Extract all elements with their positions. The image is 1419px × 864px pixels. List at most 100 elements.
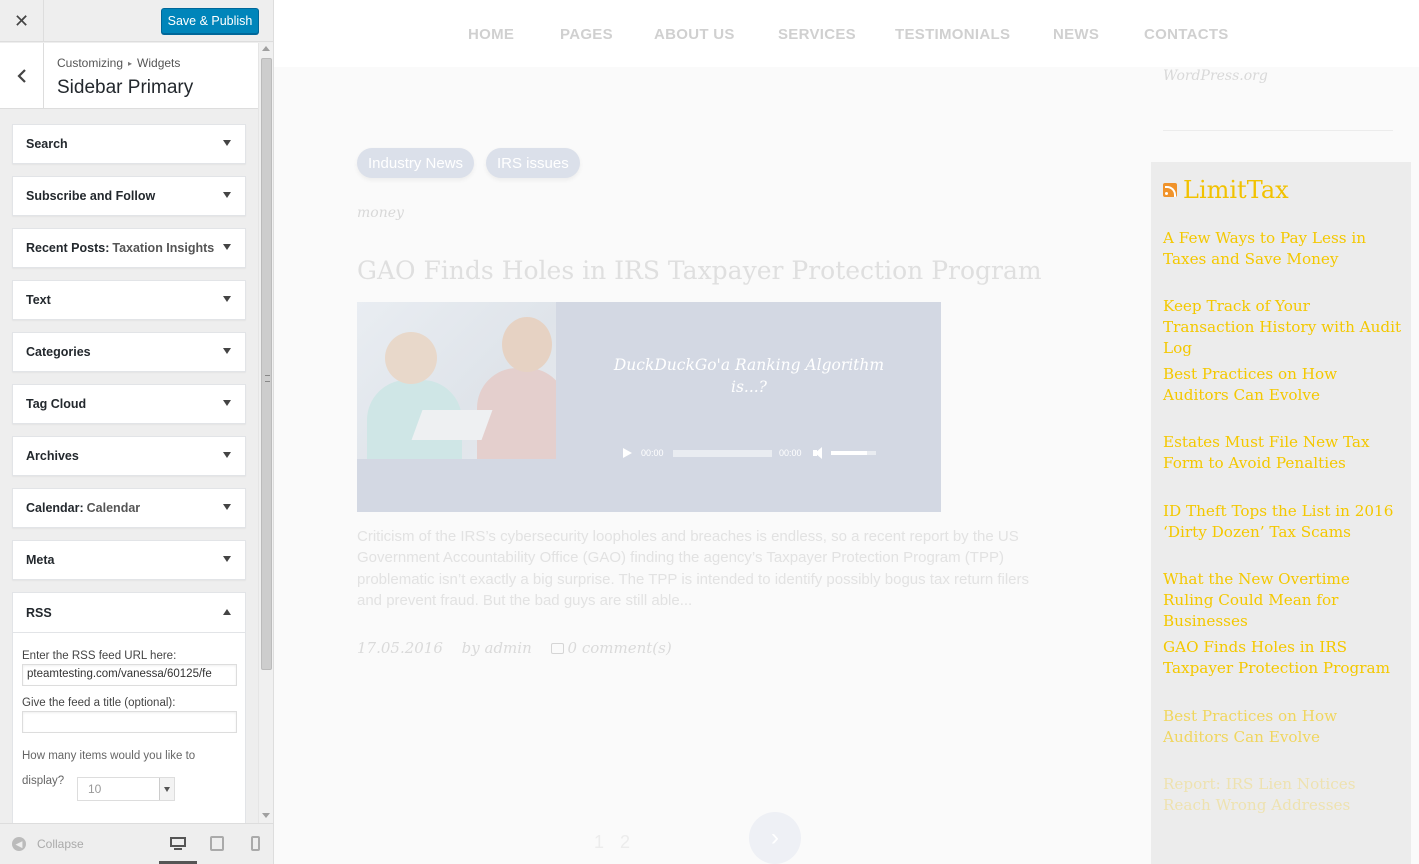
post-meta: 17.05.2016 by admin 0 comment(s) — [357, 639, 686, 657]
save-publish-button[interactable]: Save & Publish — [161, 8, 259, 34]
customizer-footer: ◀ Collapse — [0, 823, 273, 864]
expand-arrow-icon[interactable] — [223, 244, 231, 250]
expand-arrow-icon[interactable] — [223, 400, 231, 406]
widget-title: Recent Posts: — [26, 241, 110, 255]
widget-text[interactable]: Text — [12, 280, 246, 320]
widget-title: RSS — [26, 605, 52, 620]
widget-title: Calendar: — [26, 501, 84, 515]
breadcrumb-root: Customizing — [57, 56, 124, 70]
expand-arrow-icon[interactable] — [223, 192, 231, 198]
close-customizer-button[interactable]: ✕ — [0, 0, 44, 42]
rss-item[interactable]: Estates Must File New Tax Form to Avoid … — [1163, 432, 1403, 474]
play-icon[interactable] — [623, 448, 632, 458]
nav-about-us[interactable]: ABOUT US — [654, 26, 735, 43]
rss-count-select[interactable]: 10 — [77, 777, 175, 801]
breadcrumb: Customizing ▸ Widgets — [57, 56, 180, 70]
collapse-label: Collapse — [37, 837, 84, 851]
rss-widget-heading: LimitTax — [1163, 176, 1289, 204]
pagination-page-2[interactable]: 2 — [620, 832, 630, 853]
volume-icon[interactable] — [813, 447, 825, 459]
post-title[interactable]: GAO Finds Holes in IRS Taxpayer Protecti… — [357, 256, 1042, 285]
scroll-down-icon[interactable] — [262, 813, 270, 818]
rss-item[interactable]: Report: IRS Lien Notices Reach Wrong Add… — [1163, 774, 1403, 816]
scroll-up-icon[interactable] — [262, 46, 270, 51]
widget-title: Meta — [26, 553, 55, 567]
widget-title: Categories — [26, 345, 91, 359]
expand-arrow-icon[interactable] — [223, 452, 231, 458]
rss-title-input[interactable] — [22, 711, 237, 733]
chevron-down-icon[interactable] — [159, 778, 174, 800]
nav-home[interactable]: HOME — [468, 26, 514, 43]
customizer-sidebar: ✕ Save & Publish Customizing ▸ Widgets Sid… — [0, 0, 274, 864]
nav-news[interactable]: NEWS — [1053, 26, 1099, 43]
rss-feed-icon[interactable] — [1163, 183, 1177, 197]
post-comments[interactable]: 0 comment(s) — [568, 639, 672, 657]
duration-time: 00:00 — [779, 448, 802, 458]
section-title: Sidebar Primary — [57, 77, 194, 98]
widget-title: Subscribe and Follow — [26, 189, 156, 203]
expand-arrow-icon[interactable] — [223, 140, 231, 146]
tag-irs-issues[interactable]: IRS issues — [486, 148, 580, 178]
pagination-page-1[interactable]: 1 — [594, 832, 604, 853]
customizer-scrollbar[interactable] — [258, 43, 273, 823]
expand-arrow-icon[interactable] — [223, 556, 231, 562]
rss-item[interactable]: ID Theft Tops the List in 2016 ‘Dirty Do… — [1163, 501, 1403, 543]
rss-item[interactable]: Best Practices on How Auditors Can Evolv… — [1163, 706, 1403, 748]
tablet-preview-icon[interactable] — [208, 835, 228, 853]
widget-instance-title: Calendar — [86, 501, 141, 515]
widget-calendar[interactable]: Calendar: Calendar — [12, 488, 246, 528]
widget-search[interactable]: Search — [12, 124, 246, 164]
expand-arrow-icon[interactable] — [223, 296, 231, 302]
widget-subscribe-follow[interactable]: Subscribe and Follow — [12, 176, 246, 216]
widget-list: Search Subscribe and Follow Recent Posts… — [12, 124, 246, 592]
close-icon: ✕ — [13, 10, 30, 31]
widget-instance-title: Taxation Insights — [112, 241, 215, 255]
post-date[interactable]: 17.05.2016 — [357, 639, 443, 657]
rss-widget-header[interactable]: RSS — [13, 593, 245, 633]
nav-testimonials[interactable]: TESTIMONIALS — [895, 26, 1010, 43]
wordpress-org-link[interactable]: WordPress.org — [1163, 68, 1268, 84]
section-header: Customizing ▸ Widgets Sidebar Primary — [0, 43, 258, 109]
expand-arrow-icon[interactable] — [223, 504, 231, 510]
widget-tag-cloud[interactable]: Tag Cloud — [12, 384, 246, 424]
post-category[interactable]: money — [357, 205, 404, 221]
collapse-arrow-icon[interactable] — [223, 609, 231, 615]
post-author[interactable]: by admin — [462, 639, 532, 657]
nav-contacts[interactable]: CONTACTS — [1144, 26, 1229, 43]
back-button[interactable] — [0, 43, 44, 108]
scrollbar-thumb[interactable] — [261, 58, 272, 670]
widget-recent-posts[interactable]: Recent Posts: Taxation Insights — [12, 228, 246, 268]
nav-pages[interactable]: PAGES — [560, 26, 613, 43]
rss-title-label: Give the feed a title (optional): — [22, 697, 176, 709]
rss-item[interactable]: GAO Finds Holes in IRS Taxpayer Protecti… — [1163, 637, 1403, 679]
volume-slider[interactable] — [831, 451, 876, 455]
desktop-preview-icon[interactable] — [168, 835, 188, 853]
chevron-right-icon: › — [771, 824, 779, 851]
mobile-preview-icon[interactable] — [248, 835, 268, 853]
rss-url-input[interactable]: pteamtesting.com/vanessa/60125/fe — [22, 664, 237, 686]
audio-progress-rail[interactable] — [673, 450, 772, 457]
next-page-button[interactable]: › — [749, 812, 801, 864]
nav-services[interactable]: SERVICES — [778, 26, 856, 43]
breadcrumb-separator-icon: ▸ — [128, 59, 133, 68]
tag-industry-news[interactable]: Industry News — [357, 148, 475, 178]
widget-categories[interactable]: Categories — [12, 332, 246, 372]
site-preview: HOME PAGES ABOUT US SERVICES TESTIMONIAL… — [274, 0, 1419, 864]
widget-rss: RSS Enter the RSS feed URL here: pteamte… — [12, 592, 246, 832]
widget-meta[interactable]: Meta — [12, 540, 246, 580]
collapse-button[interactable]: ◀ Collapse — [12, 837, 84, 851]
expand-arrow-icon[interactable] — [223, 348, 231, 354]
post-thumbnail-image — [357, 302, 556, 459]
audio-player: 00:00 00:00 — [621, 445, 879, 461]
rss-item[interactable]: Best Practices on How Auditors Can Evolv… — [1163, 364, 1403, 406]
post-media: DuckDuckGo'a Ranking Algorithm is...? 00… — [357, 302, 941, 512]
widget-title: Text — [26, 293, 51, 307]
rss-widget-title[interactable]: LimitTax — [1183, 176, 1289, 204]
rss-item[interactable]: What the New Overtime Ruling Could Mean … — [1163, 569, 1403, 632]
post-excerpt: Criticism of the IRS’s cybersecurity loo… — [357, 528, 1030, 610]
sidebar-divider — [1163, 130, 1393, 131]
rss-item[interactable]: Keep Track of Your Transaction History w… — [1163, 296, 1403, 359]
widget-archives[interactable]: Archives — [12, 436, 246, 476]
comment-icon — [550, 643, 564, 654]
rss-item[interactable]: A Few Ways to Pay Less in Taxes and Save… — [1163, 228, 1403, 270]
